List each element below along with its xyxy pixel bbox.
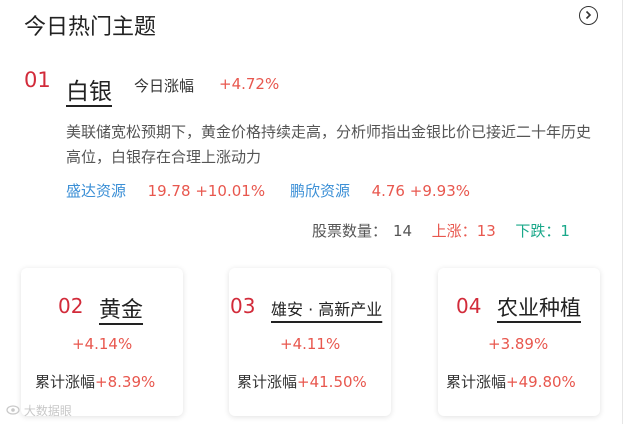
- card-rank: 03: [230, 294, 256, 318]
- featured-topic-name[interactable]: 白银: [66, 72, 112, 106]
- eye-icon: [6, 405, 20, 415]
- stock-count-value: 14: [393, 222, 413, 240]
- stock-name-link[interactable]: 盛达资源: [66, 182, 126, 200]
- up-count-value: 13: [476, 222, 496, 240]
- stock-price: 4.76: [371, 182, 405, 200]
- card-cumulative: 累计涨幅+41.50%: [237, 371, 367, 392]
- card-topic-name[interactable]: 雄安 · 高新产业: [271, 296, 382, 320]
- card-cumulative: 累计涨幅+8.39%: [35, 371, 155, 392]
- down-count-value: 1: [560, 222, 570, 240]
- featured-rank: 01: [24, 68, 51, 92]
- cumulative-label: 累计涨幅: [237, 373, 298, 391]
- stock-change: +9.93%: [409, 182, 470, 200]
- chevron-right-circle-icon[interactable]: [579, 6, 598, 25]
- stock-count-stats: 股票数量： 14 上涨：13 下跌：1: [312, 220, 570, 241]
- chevron-right-glyph: [585, 10, 592, 20]
- card-today-change: +4.14%: [72, 335, 133, 353]
- panel-title: 今日热门主题: [24, 15, 157, 40]
- card-topic-name[interactable]: 黄金: [99, 292, 143, 324]
- card-today-change: +4.11%: [280, 335, 341, 353]
- featured-stock-1: 盛达资源 19.78 +10.01%: [66, 180, 265, 201]
- cumulative-value: +8.39%: [95, 373, 156, 391]
- watermark-text: 大数据眼: [23, 404, 72, 418]
- today-change-value: +4.72%: [219, 75, 280, 93]
- featured-stock-2: 鹏欣资源 4.76 +9.93%: [290, 180, 470, 201]
- card-cumulative: 累计涨幅+49.80%: [446, 371, 576, 392]
- featured-description: 美联储宽松预期下，黄金价格持续走高，分析师指出金银比价已接近二十年历史高位，白银…: [66, 123, 592, 166]
- card-rank: 04: [456, 294, 482, 318]
- topic-card-gold[interactable]: 02 黄金 +4.14% 累计涨幅+8.39%: [21, 268, 183, 416]
- hot-topics-panel: 今日热门主题 01 白银 今日涨幅 +4.72% 美联储宽松预期下，黄金价格持续…: [0, 0, 623, 424]
- cumulative-label: 累计涨幅: [35, 373, 96, 391]
- watermark-logo: 大数据眼: [6, 402, 72, 419]
- today-change-label: 今日涨幅: [134, 77, 195, 95]
- topic-card-agriculture[interactable]: 04 农业种植 +3.89% 累计涨幅+49.80%: [438, 268, 600, 416]
- down-count-label: 下跌：: [515, 222, 561, 240]
- cumulative-label: 累计涨幅: [446, 373, 507, 391]
- stock-change: +10.01%: [195, 182, 266, 200]
- stock-count-label: 股票数量：: [312, 222, 388, 240]
- card-rank: 02: [58, 294, 84, 318]
- up-count-label: 上涨：: [431, 222, 477, 240]
- card-topic-name[interactable]: 农业种植: [497, 292, 581, 322]
- cumulative-value: +41.50%: [297, 373, 367, 391]
- card-today-change: +3.89%: [488, 335, 549, 353]
- cumulative-value: +49.80%: [506, 373, 576, 391]
- stock-name-link[interactable]: 鹏欣资源: [290, 182, 350, 200]
- stock-price: 19.78: [147, 182, 191, 200]
- topic-card-xiongan[interactable]: 03 雄安 · 高新产业 +4.11% 累计涨幅+41.50%: [229, 268, 391, 416]
